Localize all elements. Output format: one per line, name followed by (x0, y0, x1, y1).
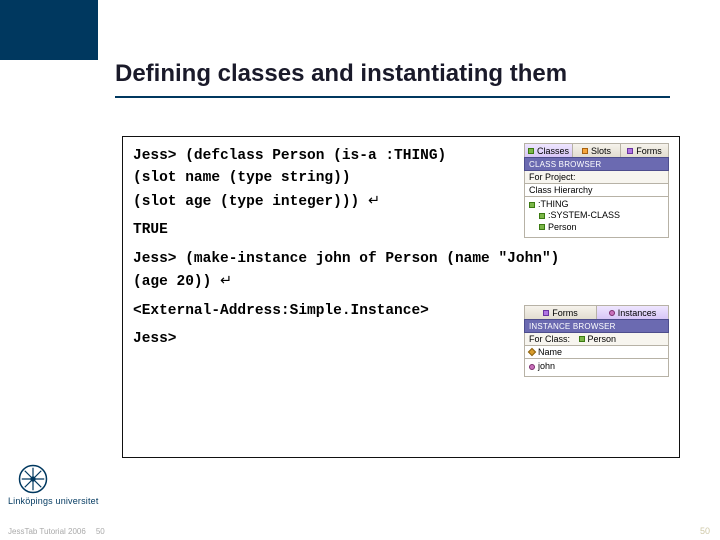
class-hierarchy-row: Class Hierarchy (524, 184, 669, 197)
enter-symbol: ↵ (220, 273, 232, 289)
instance-icon (529, 364, 535, 370)
instance-browser-panel: Forms Instances INSTANCE BROWSER For Cla… (524, 305, 669, 377)
instance-label: john (538, 361, 555, 372)
property-icon (528, 348, 536, 356)
tab-label: Slots (591, 146, 611, 156)
panel-header: INSTANCE BROWSER (524, 319, 669, 333)
footer-page-number: 50 (700, 526, 710, 536)
panel-header: CLASS BROWSER (524, 157, 669, 171)
tree-label: :THING (538, 199, 569, 210)
footer-left: JessTab Tutorial 2006 50 (8, 527, 105, 536)
code-text: (age 20)) (133, 274, 220, 290)
slot-icon (582, 148, 588, 154)
for-class-value: Person (588, 334, 617, 344)
tab-forms[interactable]: Forms (621, 144, 668, 157)
tree-label: :SYSTEM-CLASS (548, 210, 620, 221)
for-class-row: For Class: Person (524, 333, 669, 346)
university-logo-area: Linköpings universitet (8, 464, 118, 506)
panel-tabs: Classes Slots Forms (524, 143, 669, 157)
tree-child-system[interactable]: :SYSTEM-CLASS (529, 210, 664, 221)
name-label: Name (538, 347, 562, 357)
class-icon (528, 148, 534, 154)
panel-tabs: Forms Instances (524, 305, 669, 319)
tab-slots[interactable]: Slots (573, 144, 621, 157)
code-line-5: Jess> (make-instance john of Person (nam… (133, 248, 669, 270)
class-hierarchy-label: Class Hierarchy (529, 185, 593, 195)
university-name: Linköpings universitet (8, 496, 99, 506)
code-box: Jess> (defclass Person (is-a :THING) (sl… (122, 136, 680, 458)
class-icon (529, 202, 535, 208)
code-line-6: (age 20)) ↵ (133, 270, 669, 293)
class-tree: :THING :SYSTEM-CLASS Person (524, 197, 669, 238)
form-icon (543, 310, 549, 316)
slide-title: Defining classes and instantiating them (115, 60, 567, 88)
for-project-label: For Project: (529, 172, 576, 182)
enter-symbol: ↵ (368, 193, 380, 209)
instance-item[interactable]: john (529, 361, 664, 372)
tab-instances[interactable]: Instances (597, 306, 668, 319)
footer-tutorial: JessTab Tutorial 2006 (8, 527, 86, 536)
instance-icon (609, 310, 615, 316)
instance-list: john (524, 359, 669, 377)
for-class-label: For Class: (529, 334, 570, 344)
university-seal-icon (18, 464, 48, 494)
footer-page-small: 50 (96, 527, 105, 536)
for-project-row: For Project: (524, 171, 669, 184)
tab-forms[interactable]: Forms (525, 306, 597, 319)
tab-label: Instances (618, 308, 657, 318)
tree-label: Person (548, 222, 577, 233)
tab-classes[interactable]: Classes (525, 144, 573, 157)
tree-root[interactable]: :THING (529, 199, 664, 210)
code-text: (slot age (type integer))) (133, 194, 368, 210)
class-icon (579, 336, 585, 342)
name-row: Name (524, 346, 669, 359)
tree-child-person[interactable]: Person (529, 222, 664, 233)
tab-label: Forms (636, 146, 662, 156)
tab-label: Forms (552, 308, 578, 318)
brand-leftbar (0, 0, 98, 60)
class-icon (539, 224, 545, 230)
title-divider (115, 96, 670, 98)
tab-label: Classes (537, 146, 569, 156)
class-icon (539, 213, 545, 219)
form-icon (627, 148, 633, 154)
class-browser-panel: Classes Slots Forms CLASS BROWSER For Pr… (524, 143, 669, 238)
